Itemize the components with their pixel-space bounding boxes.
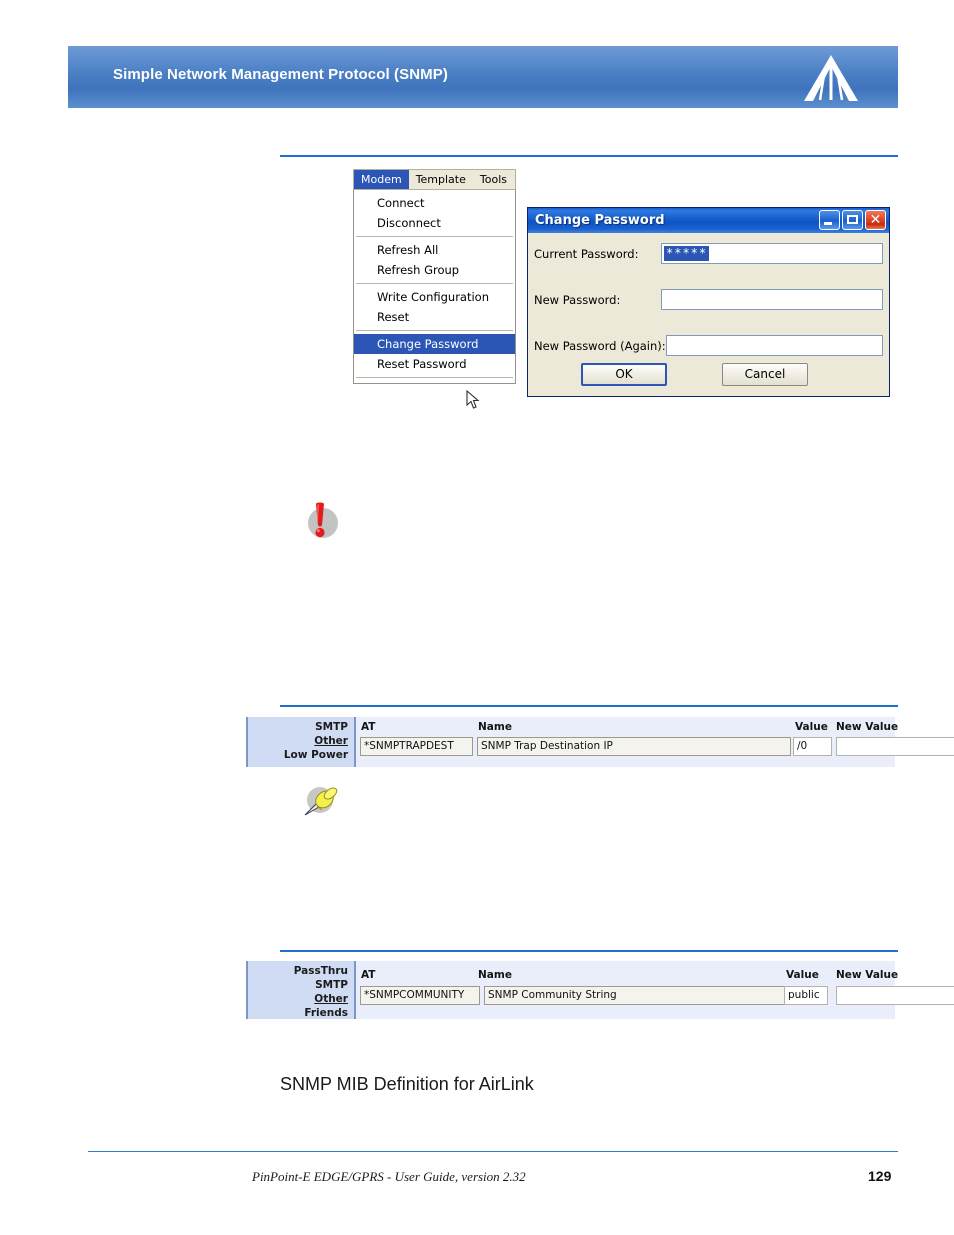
column-header-name: Name bbox=[478, 721, 512, 733]
section-heading: SNMP MIB Definition for AirLink bbox=[280, 1074, 534, 1094]
menu-separator bbox=[356, 283, 513, 284]
current-password-input[interactable]: ***** bbox=[661, 243, 883, 264]
at-table-trapdest-screenshot: SMTP Other Low Power AT Name Value New V… bbox=[246, 717, 954, 767]
at-nav-community: PassThru SMTP Other Friends bbox=[246, 961, 356, 1019]
new-password-again-input[interactable] bbox=[666, 335, 883, 356]
at-nav-item-smtp[interactable]: SMTP bbox=[248, 720, 348, 734]
page-title: Simple Network Management Protocol (SNMP… bbox=[113, 66, 448, 83]
at-nav-item-passthru[interactable]: PassThru bbox=[248, 964, 348, 978]
column-header-new-value: New Value bbox=[836, 721, 899, 733]
dialog-body: Current Password: ***** New Password: Ne… bbox=[528, 233, 889, 396]
new-password-label: New Password: bbox=[534, 292, 621, 307]
column-header-value: Value bbox=[795, 721, 828, 733]
cell-at-name: SNMP Community String bbox=[484, 986, 791, 1005]
menu-separator bbox=[356, 236, 513, 237]
at-nav-item-other[interactable]: Other bbox=[248, 992, 348, 1006]
menu-item-refresh-all[interactable]: Refresh All bbox=[354, 240, 515, 260]
at-nav-item-smtp[interactable]: SMTP bbox=[248, 978, 348, 992]
modem-menu-dropdown: Connect Disconnect Refresh All Refresh G… bbox=[353, 189, 516, 409]
menu-separator bbox=[356, 377, 513, 378]
menu-item-write-configuration[interactable]: Write Configuration bbox=[354, 287, 515, 307]
content-rule-middle bbox=[280, 705, 898, 707]
cell-at-name: SNMP Trap Destination IP bbox=[477, 737, 791, 756]
menu-item-connect[interactable]: Connect bbox=[354, 193, 515, 213]
footer-page-number: 129 bbox=[868, 1168, 892, 1184]
minimize-icon[interactable] bbox=[819, 210, 840, 230]
cell-at-command: *SNMPTRAPDEST bbox=[360, 737, 473, 756]
menu-item-reset[interactable]: Reset bbox=[354, 307, 515, 327]
at-nav-item-low-power[interactable]: Low Power bbox=[248, 748, 348, 762]
content-rule-top bbox=[280, 155, 898, 157]
pushpin-icon bbox=[300, 779, 342, 821]
menubar-item-modem[interactable]: Modem bbox=[354, 170, 409, 189]
warning-exclamation-icon bbox=[300, 500, 342, 542]
new-password-again-label: New Password (Again): bbox=[534, 338, 666, 353]
column-header-at: AT bbox=[361, 721, 376, 733]
dialog-title: Change Password bbox=[535, 213, 665, 228]
new-password-input[interactable] bbox=[661, 289, 883, 310]
page-header-banner: Simple Network Management Protocol (SNMP… bbox=[68, 46, 898, 108]
mouse-pointer-icon bbox=[466, 389, 480, 410]
current-password-label: Current Password: bbox=[534, 246, 639, 261]
at-grid-community: AT Name Value New Value *SNMPCOMMUNITY S… bbox=[358, 961, 954, 1019]
menubar-item-tools[interactable]: Tools bbox=[473, 170, 514, 189]
at-grid-trapdest: AT Name Value New Value *SNMPTRAPDEST SN… bbox=[358, 717, 954, 767]
content-rule-lower bbox=[280, 950, 898, 952]
menu-item-change-password[interactable]: Change Password bbox=[354, 334, 515, 354]
menu-separator bbox=[356, 330, 513, 331]
menu-item-reset-password[interactable]: Reset Password bbox=[354, 354, 515, 374]
at-nav-trapdest: SMTP Other Low Power bbox=[246, 717, 356, 767]
cell-at-value: /0 bbox=[793, 737, 832, 756]
at-nav-item-other[interactable]: Other bbox=[248, 734, 348, 748]
cancel-button[interactable]: Cancel bbox=[722, 363, 808, 386]
menu-item-disconnect[interactable]: Disconnect bbox=[354, 213, 515, 233]
cell-at-new-value[interactable] bbox=[836, 737, 954, 756]
at-nav-item-friends[interactable]: Friends bbox=[248, 1006, 348, 1020]
menubar-item-template[interactable]: Template bbox=[409, 170, 473, 189]
cell-at-new-value[interactable] bbox=[836, 986, 954, 1005]
dialog-titlebar[interactable]: Change Password ✕ bbox=[528, 208, 889, 233]
change-password-dialog: Change Password ✕ Current Password: ****… bbox=[527, 207, 890, 397]
menu-bar: Modem Template Tools bbox=[353, 169, 516, 189]
cell-at-value: public bbox=[784, 986, 828, 1005]
close-icon[interactable]: ✕ bbox=[865, 210, 886, 230]
column-header-at: AT bbox=[361, 969, 376, 981]
window-controls: ✕ bbox=[819, 210, 886, 230]
admin-menu-screenshot: Modem Template Tools Connect Disconnect … bbox=[353, 169, 516, 409]
column-header-name: Name bbox=[478, 969, 512, 981]
maximize-icon[interactable] bbox=[842, 210, 863, 230]
current-password-value: ***** bbox=[664, 246, 710, 261]
cell-at-command: *SNMPCOMMUNITY bbox=[360, 986, 480, 1005]
airlink-logo-icon bbox=[800, 53, 862, 105]
ok-button[interactable]: OK bbox=[581, 363, 667, 386]
column-header-new-value: New Value bbox=[836, 969, 899, 981]
at-table-community-screenshot: PassThru SMTP Other Friends AT Name Valu… bbox=[246, 961, 954, 1019]
footer-rule bbox=[88, 1151, 898, 1152]
footer-document-title: PinPoint-E EDGE/GPRS - User Guide, versi… bbox=[252, 1169, 526, 1184]
column-header-value: Value bbox=[786, 969, 819, 981]
menu-item-refresh-group[interactable]: Refresh Group bbox=[354, 260, 515, 280]
